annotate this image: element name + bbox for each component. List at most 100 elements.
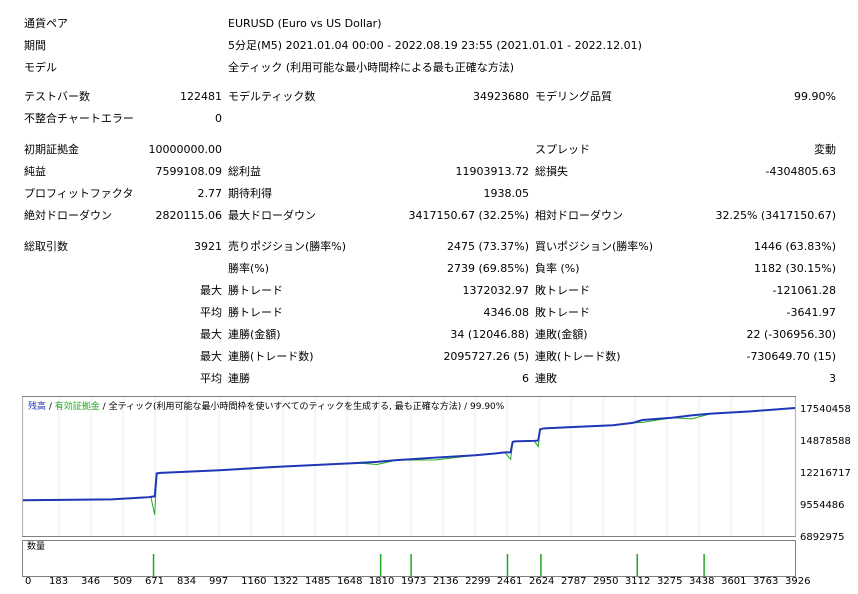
symbol-label: 通貨ペア xyxy=(24,17,68,30)
x-tick-label: 2624 xyxy=(528,576,555,587)
trades-label: 総取引数 xyxy=(24,240,68,253)
avg-cons-losses-value: 3 xyxy=(829,372,836,385)
volume-chart xyxy=(22,540,796,577)
spread-value: 変動 xyxy=(814,143,836,156)
quality-label: モデリング品質 xyxy=(535,90,612,103)
x-tick-label: 2136 xyxy=(433,576,459,587)
x-tick-label: 346 xyxy=(81,576,101,587)
gross-profit-value: 11903913.72 xyxy=(455,165,529,178)
long-value: 1446 (63.83%) xyxy=(753,240,836,253)
loss-rate-label: 負率 (%) xyxy=(535,262,580,275)
x-tick-label: 3601 xyxy=(721,576,747,587)
x-tick-label: 3763 xyxy=(752,576,779,587)
x-tick-label: 509 xyxy=(113,576,133,587)
max-dd-value: 3417150.67 (32.25%) xyxy=(408,209,529,222)
quality-value: 99.90% xyxy=(794,90,836,103)
max-word: 最大 xyxy=(200,284,222,297)
max-word: 最大 xyxy=(200,350,222,363)
avg-cons-wins-label: 連勝 xyxy=(228,372,250,385)
x-tick-label: 1160 xyxy=(241,576,267,587)
x-tick-label: 834 xyxy=(176,576,197,587)
max-win-label: 勝トレード xyxy=(228,284,283,297)
short-label: 売りポジション(勝率%) xyxy=(228,240,347,253)
cons-losses-amt-label: 連敗(金額) xyxy=(535,328,588,341)
legend-equity: 有効証拠金 xyxy=(54,402,100,412)
expected-label: 期待利得 xyxy=(228,187,272,200)
gross-loss-value: -4304805.63 xyxy=(765,165,836,178)
cons-wins-trd-value: 2095727.26 (5) xyxy=(443,350,529,363)
pf-value: 2.77 xyxy=(197,187,223,200)
max-loss-label: 敗トレード xyxy=(535,284,590,297)
x-tick-label: 1973 xyxy=(400,576,427,587)
volume-label: 数量 xyxy=(27,542,46,552)
deposit-value: 10000000.00 xyxy=(148,143,222,156)
model-value: 全ティック (利用可能な最小時間枠による最も正確な方法) xyxy=(228,61,515,74)
mismatch-label: 不整合チャートエラー xyxy=(24,112,134,125)
max-loss-value: -121061.28 xyxy=(772,284,836,297)
legend-balance: 残高 xyxy=(28,402,47,412)
volume-bar xyxy=(379,554,382,576)
cons-losses-trd-value: -730649.70 (15) xyxy=(746,350,836,363)
net-value: 7599108.09 xyxy=(155,165,222,178)
volume-bar xyxy=(152,554,155,576)
avg-win-label: 勝トレード xyxy=(228,306,283,319)
legend-quality: 99.90% xyxy=(470,402,505,412)
cons-wins-trd-label: 連勝(トレード数) xyxy=(228,350,314,363)
x-tick-label: 3112 xyxy=(624,576,651,587)
legend-separator: / xyxy=(99,402,109,412)
max-word: 最大 xyxy=(200,328,222,341)
cons-losses-trd-label: 連敗(トレード数) xyxy=(535,350,621,363)
ticks-value: 34923680 xyxy=(473,90,529,103)
avg-cons-wins-value: 6 xyxy=(522,372,529,385)
avg-cons-losses-label: 連敗 xyxy=(535,372,557,385)
abs-dd-value: 2820115.06 xyxy=(155,209,222,222)
deposit-label: 初期証拠金 xyxy=(24,143,79,156)
cons-wins-amt-label: 連勝(金額) xyxy=(228,328,281,341)
legend-separator: / xyxy=(46,402,55,412)
x-tick-label: 0 xyxy=(25,576,32,587)
period-value: 5分足(M5) 2021.01.04 00:00 - 2022.08.19 23… xyxy=(228,39,642,52)
x-tick-label: 1485 xyxy=(305,576,331,587)
x-tick-label: 997 xyxy=(209,576,229,587)
y-tick-label: 6892975 xyxy=(800,532,845,543)
x-tick-label: 2950 xyxy=(593,576,619,587)
y-tick-label: 14878588 xyxy=(800,436,851,447)
avg-loss-label: 敗トレード xyxy=(535,306,590,319)
abs-dd-label: 絶対ドローダウン xyxy=(24,209,112,222)
x-tick-label: 1648 xyxy=(337,576,363,587)
y-tick-label: 17540458 xyxy=(800,404,851,415)
gross-loss-label: 総損失 xyxy=(535,165,568,178)
x-tick-label: 671 xyxy=(144,576,165,587)
x-tick-label: 3438 xyxy=(689,576,715,587)
avg-loss-value: -3641.97 xyxy=(786,306,836,319)
spread-label: スプレッド xyxy=(535,143,590,156)
x-tick-label: 183 xyxy=(48,576,69,587)
chart-legend: 残高 / 有効証拠金 / 全ティック(利用可能な最小時間枠を使いすべてのティック… xyxy=(28,399,504,412)
max-win-value: 1372032.97 xyxy=(462,284,529,297)
short-value: 2475 (73.37%) xyxy=(446,240,529,253)
avg-word: 平均 xyxy=(200,306,222,319)
avg-word: 平均 xyxy=(200,372,222,385)
avg-win-value: 4346.08 xyxy=(483,306,530,319)
win-rate-label: 勝率(%) xyxy=(228,262,270,275)
x-tick-label: 1810 xyxy=(368,576,395,587)
y-tick-label: 12216717 xyxy=(800,468,851,479)
x-tick-label: 3926 xyxy=(785,576,811,587)
x-tick-label: 2461 xyxy=(496,576,523,587)
period-label: 期間 xyxy=(24,39,46,52)
volume-bar xyxy=(540,554,542,576)
cons-losses-amt-value: 22 (-306956.30) xyxy=(746,328,836,341)
pf-label: プロフィットファクタ xyxy=(24,187,134,200)
expected-value: 1938.05 xyxy=(483,187,530,200)
max-dd-label: 最大ドローダウン xyxy=(228,209,316,222)
win-rate-value: 2739 (69.85%) xyxy=(446,262,529,275)
rel-dd-label: 相対ドローダウン xyxy=(535,209,623,222)
y-tick-label: 9554486 xyxy=(800,500,845,511)
mismatch-value: 0 xyxy=(215,112,222,125)
model-label: モデル xyxy=(24,61,57,74)
volume-bar xyxy=(636,554,639,576)
net-label: 純益 xyxy=(24,165,46,178)
gross-profit-label: 総利益 xyxy=(228,165,261,178)
balance-chart xyxy=(22,396,796,537)
bars-label: テストバー数 xyxy=(24,90,90,103)
